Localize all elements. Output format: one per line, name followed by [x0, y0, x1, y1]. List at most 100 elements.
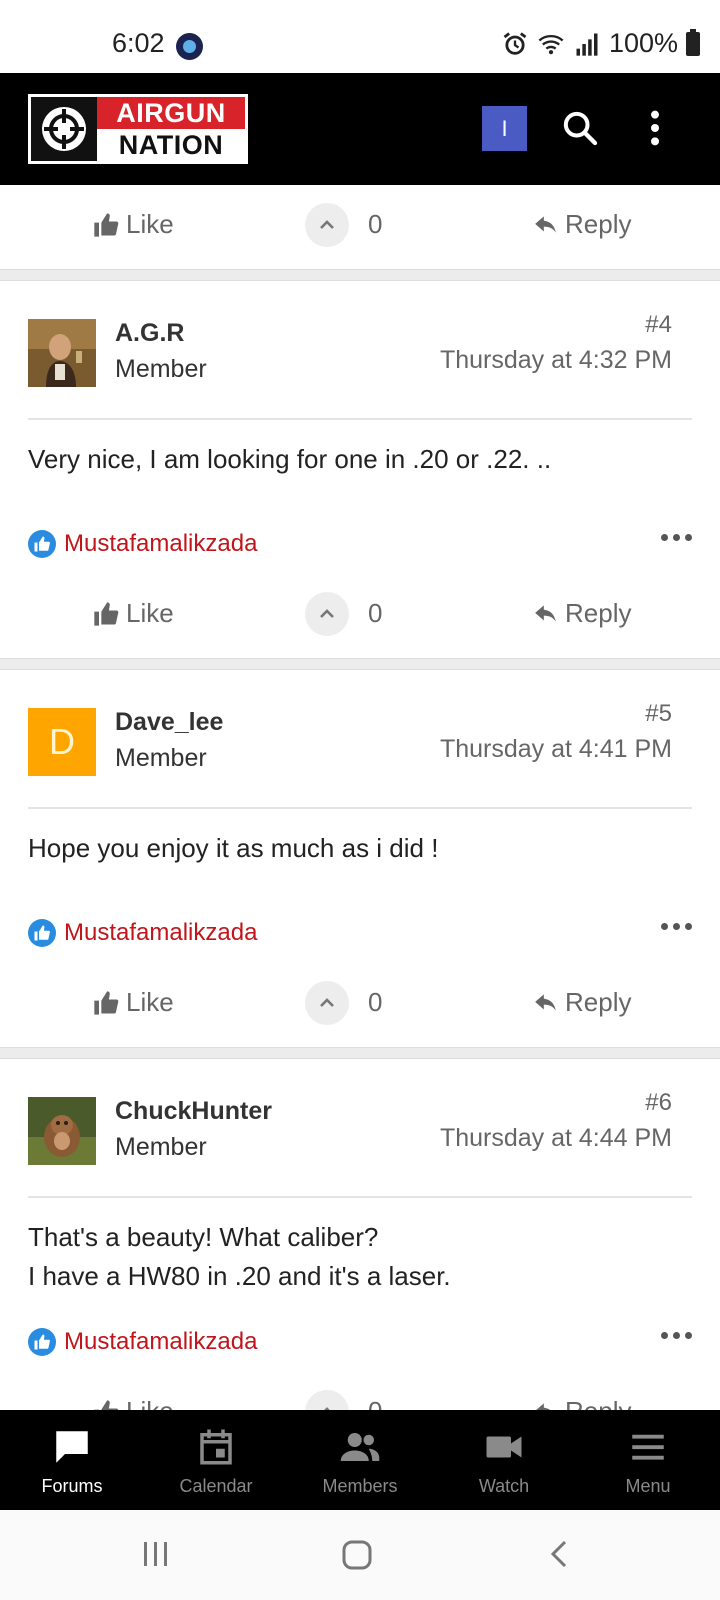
vote-count: 0: [368, 209, 383, 239]
post-number[interactable]: #4: [645, 311, 672, 339]
chat-bubble-icon: [56, 1431, 88, 1463]
thumbs-up-icon: [94, 990, 119, 1015]
video-camera-icon: [486, 1436, 522, 1458]
post-author[interactable]: ChuckHunter: [115, 1097, 272, 1126]
post-actions: Like 0 Reply: [0, 185, 720, 269]
like-button[interactable]: Like: [92, 209, 174, 240]
status-time: 6:02: [112, 28, 165, 58]
tab-label: Menu: [625, 1476, 671, 1496]
like-reaction-icon: [28, 919, 56, 947]
reaction-user-link[interactable]: Mustafamalikzada: [64, 530, 257, 558]
recent-apps-icon[interactable]: [140, 1538, 172, 1570]
post-separator: [0, 658, 720, 670]
avatar[interactable]: [28, 319, 96, 387]
reply-icon: [535, 1402, 551, 1410]
post: ChuckHunter Member #6 Thursday at 4:44 P…: [0, 1059, 720, 1410]
post-text-line: That's a beauty! What caliber?: [28, 1222, 379, 1252]
reply-button[interactable]: Reply: [533, 1396, 631, 1410]
like-label: Like: [126, 209, 174, 239]
like-label: Like: [126, 1396, 174, 1410]
reply-label: Reply: [565, 1396, 631, 1410]
upvote-button[interactable]: [305, 1390, 349, 1410]
post-date[interactable]: Thursday at 4:41 PM: [440, 735, 672, 764]
reply-button[interactable]: Reply: [533, 209, 631, 240]
reply-button[interactable]: Reply: [533, 598, 631, 629]
vote-count: 0: [368, 598, 383, 628]
signal-icon: [576, 33, 598, 56]
thumbs-up-icon: [94, 1399, 119, 1410]
post-number[interactable]: #5: [645, 700, 672, 728]
reply-button[interactable]: Reply: [533, 987, 631, 1018]
post-date[interactable]: Thursday at 4:44 PM: [440, 1124, 672, 1153]
alarm-icon: [503, 31, 527, 55]
more-vertical-icon[interactable]: [644, 108, 666, 148]
post-number[interactable]: #6: [645, 1089, 672, 1117]
chevron-up-icon: [324, 1407, 330, 1410]
more-options-icon[interactable]: [661, 534, 692, 541]
upvote-button[interactable]: [305, 203, 349, 247]
more-options-icon[interactable]: [661, 1332, 692, 1339]
home-icon[interactable]: [340, 1538, 374, 1572]
thumbs-up-icon: [94, 212, 119, 237]
post: D Dave_lee Member #5 Thursday at 4:41 PM…: [0, 670, 720, 1047]
post-date[interactable]: Thursday at 4:32 PM: [440, 346, 672, 375]
post-body: Hope you enjoy it as much as i did !: [0, 809, 720, 905]
members-icon: [340, 1433, 380, 1461]
post-body: Very nice, I am looking for one in .20 o…: [0, 420, 720, 516]
more-options-icon[interactable]: [661, 923, 692, 930]
like-button[interactable]: Like: [92, 598, 174, 629]
thumbs-up-icon: [94, 601, 119, 626]
like-reaction-icon: [28, 530, 56, 558]
like-button[interactable]: Like: [92, 987, 174, 1018]
chevron-up-icon: [320, 609, 334, 618]
status-icons: 100%: [501, 28, 700, 59]
reply-label: Reply: [565, 598, 632, 628]
vote-count: 0: [368, 987, 383, 1017]
reply-icon: [535, 993, 556, 1011]
reaction-user-link[interactable]: Mustafamalikzada: [64, 919, 257, 947]
tab-members[interactable]: Members: [288, 1410, 432, 1510]
post-author-role: Member: [115, 1133, 207, 1161]
user-avatar-button[interactable]: I: [482, 106, 527, 151]
post-separator: [0, 1047, 720, 1059]
avatar-letter: D: [49, 721, 75, 762]
post-text: Very nice, I am looking for one in .20 o…: [28, 444, 552, 474]
like-button[interactable]: Like: [92, 1396, 174, 1410]
reactions-bar: Mustafamalikzada: [0, 516, 720, 574]
tab-watch[interactable]: Watch: [432, 1410, 576, 1510]
battery-percent: 100%: [608, 28, 678, 58]
tab-label: Watch: [478, 1476, 530, 1496]
post-actions: Like 0 Reply: [0, 963, 720, 1047]
tab-menu[interactable]: Menu: [576, 1410, 720, 1510]
like-label: Like: [126, 987, 174, 1017]
thread-content[interactable]: Like 0 Reply A.G.R Member #4 Thursday at…: [0, 185, 720, 1410]
post-author[interactable]: Dave_lee: [115, 708, 223, 737]
battery-icon: [686, 28, 700, 56]
avatar[interactable]: D: [28, 708, 96, 776]
post-text-line: I have a HW80 in .20 and it's a laser.: [28, 1261, 451, 1291]
status-bar: 6:02 100%: [0, 0, 720, 73]
back-icon[interactable]: [545, 1538, 573, 1570]
tab-label: Members: [322, 1476, 398, 1496]
reply-icon: [535, 215, 556, 233]
post: A.G.R Member #4 Thursday at 4:32 PM Very…: [0, 281, 720, 658]
tab-forums[interactable]: Forums: [0, 1410, 144, 1510]
post-separator: [0, 269, 720, 281]
avatar[interactable]: [28, 1097, 96, 1165]
reaction-user-link[interactable]: Mustafamalikzada: [64, 1328, 257, 1356]
tab-label: Forums: [41, 1476, 103, 1496]
like-label: Like: [126, 598, 174, 628]
post-actions: Like 0 Reply: [0, 1372, 720, 1410]
upvote-button[interactable]: [305, 981, 349, 1025]
reply-label: Reply: [565, 209, 632, 239]
reactions-bar: Mustafamalikzada: [0, 1314, 720, 1372]
upvote-button[interactable]: [305, 592, 349, 636]
system-navigation-bar: [0, 1510, 720, 1600]
post-author[interactable]: A.G.R: [115, 319, 184, 348]
site-logo[interactable]: AIRGUN NATION: [28, 94, 248, 164]
search-icon[interactable]: [560, 108, 600, 148]
chevron-up-icon: [320, 998, 334, 1007]
wifi-icon: [538, 34, 564, 54]
tab-calendar[interactable]: Calendar: [144, 1410, 288, 1510]
post-author-role: Member: [115, 744, 207, 772]
